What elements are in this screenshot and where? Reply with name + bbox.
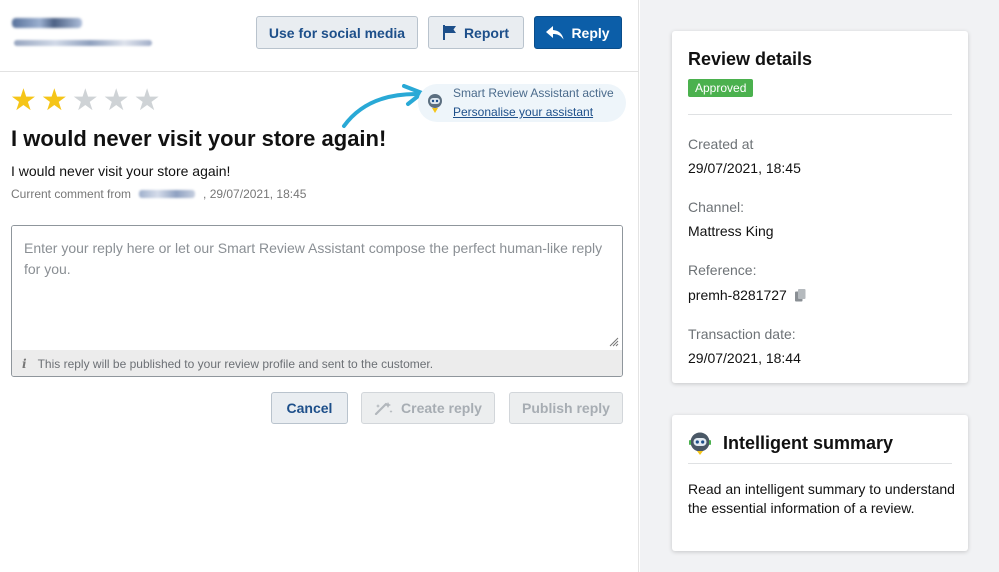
assistant-status: Smart Review Assistant active: [453, 86, 614, 100]
resize-handle-icon[interactable]: [609, 337, 619, 347]
created-at-value: 29/07/2021, 18:45: [688, 160, 801, 176]
info-icon: i: [22, 356, 27, 371]
use-for-social-media-button[interactable]: Use for social media: [256, 16, 418, 49]
review-details-title: Review details: [688, 49, 813, 69]
reply-box: i This reply will be published to your r…: [11, 225, 623, 377]
star-filled-icon: ★: [40, 84, 68, 117]
reply-textarea[interactable]: [12, 226, 622, 350]
reviewer-email-redacted: [14, 40, 152, 46]
intelligent-summary-text: Read an intelligent summary to understan…: [688, 481, 955, 516]
cancel-button[interactable]: Cancel: [271, 392, 348, 424]
review-panel: Use for social media Report Reply ★ ★ ★ …: [0, 0, 639, 572]
reply-arrow-icon: [546, 25, 564, 39]
robot-assistant-icon: [689, 432, 711, 455]
report-label: Report: [463, 24, 510, 41]
review-author-redacted: [139, 190, 196, 198]
review-text: I would never visit your store again!: [11, 163, 231, 179]
star-empty-icon: ★: [71, 84, 99, 117]
reply-button[interactable]: Reply: [534, 16, 622, 49]
review-details-card: Review details Approved Created at 29/07…: [672, 31, 968, 383]
review-title: I would never visit your store again!: [11, 126, 387, 151]
reviewer-name-redacted: [12, 18, 82, 28]
reply-label: Reply: [571, 24, 610, 41]
publish-reply-label: Publish reply: [522, 400, 610, 416]
flag-icon: [442, 25, 456, 40]
copy-icon[interactable]: [794, 288, 806, 302]
pointer-arrow-icon: [342, 84, 424, 128]
use-for-social-media-label: Use for social media: [268, 24, 406, 41]
report-button[interactable]: Report: [428, 16, 524, 49]
review-meta-prefix: Current comment from: [11, 187, 132, 201]
intelligent-summary-title: Intelligent summary: [723, 433, 894, 453]
create-reply-label: Create reply: [401, 400, 482, 416]
channel-label: Channel:: [688, 199, 745, 215]
transaction-date-value: 29/07/2021, 18:44: [688, 350, 801, 366]
intelligent-summary-card: Intelligent summary Read an intelligent …: [672, 415, 968, 551]
robot-assistant-icon: [428, 94, 442, 113]
review-header: Use for social media Report Reply: [0, 0, 639, 72]
status-badge: Approved: [688, 79, 754, 97]
divider: [688, 114, 952, 115]
reference-label: Reference:: [688, 262, 757, 278]
create-reply-button[interactable]: Create reply: [361, 392, 495, 424]
created-at-label: Created at: [688, 136, 754, 152]
review-meta: Current comment from , 29/07/2021, 18:45: [11, 187, 306, 201]
transaction-date-label: Transaction date:: [688, 326, 796, 342]
star-empty-icon: ★: [102, 84, 130, 117]
personalise-assistant-link[interactable]: Personalise your assistant: [453, 105, 593, 119]
cancel-label: Cancel: [286, 400, 333, 416]
review-meta-date: , 29/07/2021, 18:45: [203, 187, 307, 201]
sidebar: Review details Approved Created at 29/07…: [640, 0, 999, 572]
star-filled-icon: ★: [10, 84, 37, 117]
reference-value: premh-8281727: [688, 287, 787, 303]
channel-value: Mattress King: [688, 223, 774, 239]
reply-footer: i This reply will be published to your r…: [12, 350, 622, 376]
star-empty-icon: ★: [133, 84, 161, 117]
star-rating: ★ ★ ★ ★ ★: [10, 86, 161, 116]
publish-reply-button[interactable]: Publish reply: [509, 392, 623, 424]
reference-row: premh-8281727: [688, 287, 806, 303]
reply-footer-note: This reply will be published to your rev…: [37, 356, 434, 371]
divider: [688, 463, 952, 464]
magic-wand-icon: [374, 402, 393, 415]
